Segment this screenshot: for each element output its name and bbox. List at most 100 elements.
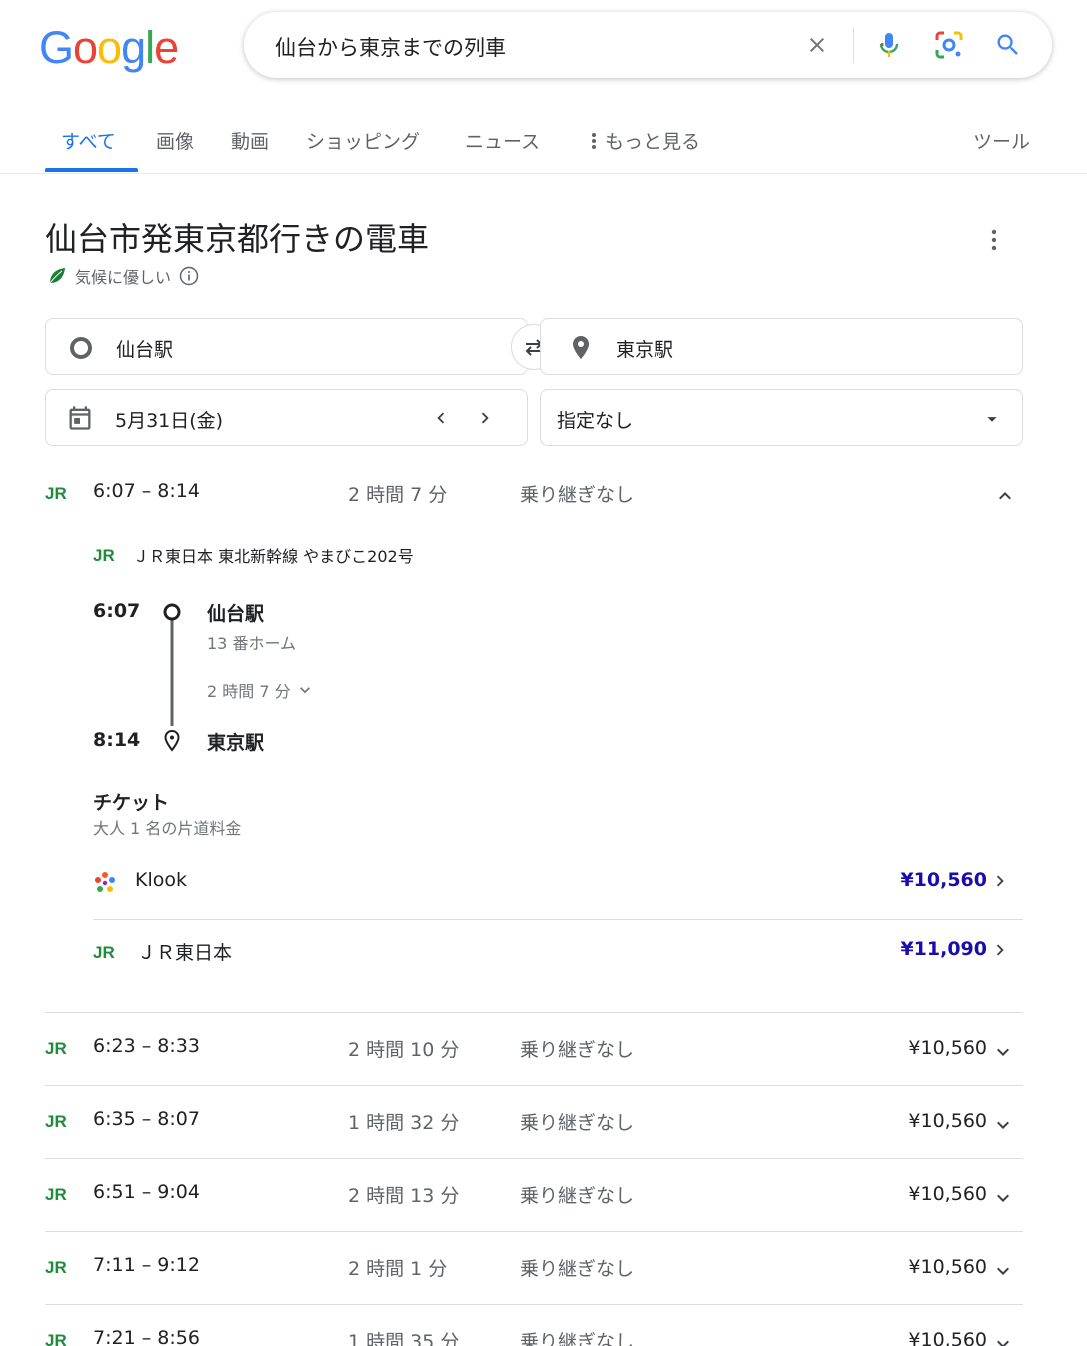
expand-chevron-icon[interactable] xyxy=(991,1040,1015,1064)
route-row[interactable]: JR 6:23 – 8:33 2 時間 10 分 乗り継ぎなし ¥10,560 xyxy=(45,1013,1023,1085)
jr-logo-icon: JR xyxy=(45,1184,71,1208)
card-options-icon[interactable] xyxy=(986,227,1002,253)
train-line: JR ＪＲ東日本 東北新幹線 やまびこ202号 xyxy=(93,543,414,567)
ticket-title: チケット xyxy=(93,792,170,814)
chevron-right-icon xyxy=(996,875,1004,887)
route-row[interactable]: JR 7:11 – 9:12 2 時間 1 分 乗り継ぎなし ¥10,560 xyxy=(45,1232,1023,1304)
route-time: 7:11 – 9:12 xyxy=(93,1254,200,1276)
vendor-row-jr-east[interactable]: JR ＪＲ東日本 ¥11,090 xyxy=(93,921,1023,981)
route-time: 6:51 – 9:04 xyxy=(93,1181,200,1203)
arrival-time: 8:14 xyxy=(93,729,141,751)
expand-stops-icon xyxy=(299,687,310,694)
tab-more[interactable]: もっと見る xyxy=(591,127,700,154)
route-price: ¥10,560 xyxy=(908,1329,987,1346)
time-filter-dropdown[interactable]: 指定なし xyxy=(540,389,1023,446)
vendor-price[interactable]: ¥10,560 xyxy=(900,869,987,891)
info-icon[interactable] xyxy=(179,266,199,286)
destination-field[interactable]: 東京駅 xyxy=(540,318,1023,375)
google-logo[interactable]: Google xyxy=(39,24,179,72)
route-transfers: 乗り継ぎなし xyxy=(520,1185,635,1207)
search-icon[interactable] xyxy=(992,29,1024,61)
jr-logo-icon: JR xyxy=(45,1257,71,1281)
tab-news[interactable]: ニュース xyxy=(465,127,540,154)
svg-text:JR: JR xyxy=(45,1331,67,1346)
origin-value: 仙台駅 xyxy=(116,339,174,361)
vendor-row-klook[interactable]: Klook ¥10,560 xyxy=(93,852,1023,912)
tools-button[interactable]: ツール xyxy=(973,127,1030,154)
search-box[interactable]: 仙台から東京までの列車 xyxy=(244,12,1052,78)
leaf-icon xyxy=(49,268,65,284)
vendor-name: ＪＲ東日本 xyxy=(137,942,233,964)
more-vert-icon xyxy=(592,132,596,149)
origin-field[interactable]: 仙台駅 xyxy=(45,318,528,375)
expand-chevron-icon[interactable] xyxy=(991,1113,1015,1137)
tab-images[interactable]: 画像 xyxy=(156,127,194,154)
eco-label: 気候に優しい xyxy=(75,268,172,287)
route-timeline xyxy=(163,603,181,752)
route-price: ¥10,560 xyxy=(908,1256,987,1278)
train-line-name: ＪＲ東日本 東北新幹線 やまびこ202号 xyxy=(133,547,414,566)
vendor-price[interactable]: ¥11,090 xyxy=(900,938,987,960)
vendor-name: Klook xyxy=(135,869,187,891)
route-transfers: 乗り継ぎなし xyxy=(520,1258,635,1280)
card-title: 仙台市発東京都行きの電車 xyxy=(45,220,430,258)
travel-time-toggle[interactable]: 2 時間 7 分 xyxy=(207,678,315,702)
collapse-chevron-icon[interactable] xyxy=(993,484,1017,508)
microphone-icon[interactable] xyxy=(873,29,905,61)
route-price: ¥10,560 xyxy=(908,1183,987,1205)
search-tabs: すべて 画像 動画 ショッピング ニュース もっと見る ツール xyxy=(0,100,1087,174)
search-separator xyxy=(853,27,854,63)
eco-badge: 気候に優しい xyxy=(47,264,199,288)
travel-time: 2 時間 7 分 xyxy=(207,682,291,701)
departure-platform: 13 番ホーム xyxy=(207,634,296,653)
expand-chevron-icon[interactable] xyxy=(991,1332,1015,1346)
route-row-expanded[interactable]: JR 6:07 – 8:14 2 時間 7 分 乗り継ぎなし xyxy=(45,458,1023,530)
arrival-station: 東京駅 xyxy=(207,732,265,754)
expand-chevron-icon[interactable] xyxy=(991,1186,1015,1210)
tab-all[interactable]: すべて xyxy=(61,127,116,154)
jr-logo-icon: JR xyxy=(93,943,115,962)
jr-logo-icon: JR xyxy=(45,1111,71,1135)
time-filter-value: 指定なし xyxy=(557,410,634,432)
search-input[interactable]: 仙台から東京までの列車 xyxy=(275,32,506,62)
vendor-divider xyxy=(93,919,1023,920)
destination-value: 東京駅 xyxy=(616,339,674,361)
dropdown-arrow-icon xyxy=(987,417,997,422)
jr-logo-icon: JR xyxy=(93,546,115,565)
next-date-icon[interactable] xyxy=(474,407,496,429)
route-row[interactable]: JR 6:51 – 9:04 2 時間 13 分 乗り継ぎなし ¥10,560 xyxy=(45,1159,1023,1231)
route-duration: 2 時間 1 分 xyxy=(348,1258,448,1280)
route-duration: 1 時間 35 分 xyxy=(348,1331,460,1346)
origin-circle-icon xyxy=(70,337,92,359)
route-row[interactable]: JR 7:21 – 8:56 1 時間 35 分 乗り継ぎなし ¥10,560 xyxy=(45,1305,1023,1346)
tab-videos[interactable]: 動画 xyxy=(231,127,269,154)
route-time: 6:07 – 8:14 xyxy=(93,480,200,502)
tab-more-label: もっと見る xyxy=(605,131,701,153)
svg-text:JR: JR xyxy=(45,1185,67,1204)
svg-text:JR: JR xyxy=(93,546,115,565)
google-lens-icon[interactable] xyxy=(933,29,965,61)
calendar-icon xyxy=(69,406,91,430)
location-pin-icon xyxy=(573,336,589,359)
route-price: ¥10,560 xyxy=(908,1037,987,1059)
svg-text:JR: JR xyxy=(45,1112,67,1131)
departure-station: 仙台駅 xyxy=(207,603,265,625)
klook-logo-icon xyxy=(95,872,115,892)
svg-text:JR: JR xyxy=(45,1039,67,1058)
tab-shopping[interactable]: ショッピング xyxy=(306,127,420,154)
clear-icon[interactable] xyxy=(801,29,833,61)
jr-logo-icon: JR xyxy=(45,1038,71,1062)
date-value: 5月31日(金) xyxy=(115,410,224,432)
route-row[interactable]: JR 6:35 – 8:07 1 時間 32 分 乗り継ぎなし ¥10,560 xyxy=(45,1086,1023,1158)
route-transfers: 乗り継ぎなし xyxy=(520,484,635,506)
ticket-subtitle: 大人 1 名の片道料金 xyxy=(93,819,242,838)
route-duration: 1 時間 32 分 xyxy=(348,1112,460,1134)
svg-text:JR: JR xyxy=(45,484,67,503)
date-field[interactable]: 5月31日(金) xyxy=(45,389,528,446)
route-price: ¥10,560 xyxy=(908,1110,987,1132)
route-transfers: 乗り継ぎなし xyxy=(520,1331,635,1346)
previous-date-icon[interactable] xyxy=(430,407,452,429)
jr-logo-icon: JR xyxy=(45,483,71,507)
chevron-right-icon xyxy=(996,944,1004,956)
expand-chevron-icon[interactable] xyxy=(991,1259,1015,1283)
